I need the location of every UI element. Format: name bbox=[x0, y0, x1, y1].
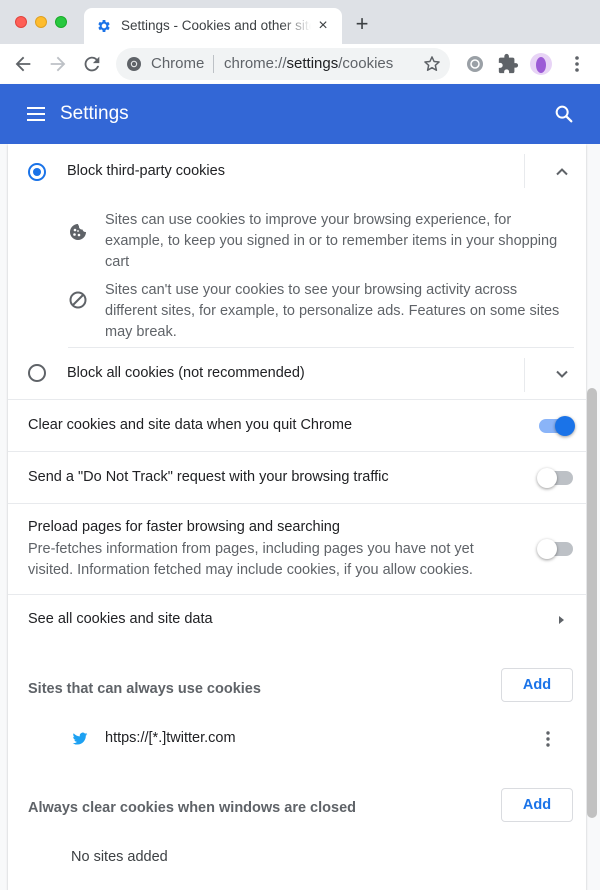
reload-icon[interactable] bbox=[81, 53, 103, 75]
page-scrollbar[interactable] bbox=[587, 388, 597, 818]
back-arrow-icon[interactable] bbox=[12, 53, 34, 75]
twitter-icon bbox=[72, 732, 88, 745]
cookie-icon bbox=[70, 224, 86, 240]
more-menu-icon[interactable] bbox=[566, 53, 588, 75]
detail-cookies-blocked: Sites can't use your cookies to see your… bbox=[8, 276, 586, 340]
toggle-row-clear-on-quit[interactable]: Clear cookies and site data when you qui… bbox=[8, 400, 586, 452]
toggle-label: Preload pages for faster browsing and se… bbox=[28, 519, 340, 535]
tab-strip: Settings - Cookies and other site data ×… bbox=[0, 0, 600, 44]
bookmark-star-icon[interactable] bbox=[422, 54, 442, 74]
more-actions-icon[interactable] bbox=[538, 729, 558, 749]
see-all-label: See all cookies and site data bbox=[28, 611, 213, 627]
profile-avatar[interactable] bbox=[530, 53, 552, 75]
url-prefix: chrome:// bbox=[224, 55, 287, 72]
empty-list-text: No sites added bbox=[71, 849, 168, 865]
block-icon bbox=[69, 291, 87, 309]
do-not-track-toggle[interactable] bbox=[537, 468, 573, 488]
settings-gear-icon bbox=[98, 20, 110, 32]
option-block-all[interactable]: Block all cookies (not recommended) bbox=[8, 348, 586, 400]
url-path: /cookies bbox=[338, 55, 394, 72]
url-text: chrome://settings/cookies bbox=[224, 55, 393, 72]
radio-block-all[interactable] bbox=[28, 364, 46, 382]
expand-separator bbox=[524, 358, 525, 392]
settings-header: Settings bbox=[0, 84, 600, 144]
new-tab-button[interactable]: + bbox=[352, 13, 372, 35]
expand-separator bbox=[524, 154, 525, 188]
arrow-right-icon bbox=[559, 616, 564, 624]
minimize-window-button[interactable] bbox=[35, 16, 47, 28]
toggle-label: Send a "Do Not Track" request with your … bbox=[28, 469, 389, 485]
hamburger-menu-icon[interactable] bbox=[26, 104, 46, 124]
forward-arrow-icon[interactable] bbox=[47, 53, 69, 75]
url-host: settings bbox=[286, 55, 339, 72]
detail-text: Sites can't use your cookies to see your… bbox=[105, 282, 560, 340]
toggle-sublabel: Pre-fetches information from pages, incl… bbox=[28, 541, 474, 578]
chevron-up-icon[interactable] bbox=[553, 163, 571, 181]
site-chip: Chrome bbox=[151, 55, 205, 72]
radio-block-third-party[interactable] bbox=[28, 163, 46, 181]
extensions-puzzle-icon[interactable] bbox=[497, 53, 519, 75]
toggle-knob bbox=[537, 468, 557, 488]
settings-content: Block third-party cookies Sites can use … bbox=[0, 144, 600, 890]
toggle-knob bbox=[537, 539, 557, 559]
toggle-row-do-not-track[interactable]: Send a "Do Not Track" request with your … bbox=[8, 452, 586, 504]
see-all-cookies-row[interactable]: See all cookies and site data bbox=[8, 595, 586, 645]
chrome-logo-icon bbox=[127, 57, 141, 71]
option-label: Block all cookies (not recommended) bbox=[67, 365, 305, 381]
tab-settings-cookies[interactable]: Settings - Cookies and other site data × bbox=[84, 8, 342, 44]
add-clear-site-button[interactable]: Add bbox=[501, 788, 573, 822]
allowed-site-row[interactable]: https://[*.]twitter.com bbox=[8, 720, 586, 758]
option-block-third-party[interactable]: Block third-party cookies bbox=[8, 144, 586, 198]
extension-badge-icon[interactable] bbox=[464, 53, 486, 75]
address-separator bbox=[213, 55, 214, 73]
chevron-down-icon[interactable] bbox=[553, 365, 571, 383]
address-bar[interactable]: Chrome chrome://settings/cookies bbox=[116, 48, 450, 80]
toggle-label: Clear cookies and site data when you qui… bbox=[28, 417, 353, 433]
section-title-clear-on-exit: Always clear cookies when windows are cl… bbox=[28, 800, 356, 816]
maximize-window-button[interactable] bbox=[55, 16, 67, 28]
site-url: https://[*.]twitter.com bbox=[105, 730, 236, 746]
preload-toggle[interactable] bbox=[537, 539, 573, 559]
toggle-knob bbox=[555, 416, 575, 436]
add-allowed-site-button[interactable]: Add bbox=[501, 668, 573, 702]
tab-title: Settings - Cookies and other site data bbox=[121, 18, 311, 33]
cookies-card: Block third-party cookies Sites can use … bbox=[8, 144, 586, 890]
browser-toolbar: Chrome chrome://settings/cookies bbox=[0, 44, 600, 84]
detail-cookies-improve: Sites can use cookies to improve your br… bbox=[8, 208, 586, 270]
search-icon[interactable] bbox=[553, 103, 575, 125]
close-window-button[interactable] bbox=[15, 16, 27, 28]
clear-on-quit-toggle[interactable] bbox=[539, 416, 575, 436]
detail-text: Sites can use cookies to improve your br… bbox=[105, 212, 558, 270]
option-label: Block third-party cookies bbox=[67, 163, 225, 179]
avatar-figure-icon bbox=[536, 57, 546, 73]
page-title: Settings bbox=[60, 103, 129, 124]
tab-close-icon[interactable]: × bbox=[314, 17, 332, 35]
toggle-row-preload[interactable]: Preload pages for faster browsing and se… bbox=[8, 504, 586, 594]
section-title-allow: Sites that can always use cookies bbox=[28, 681, 261, 697]
